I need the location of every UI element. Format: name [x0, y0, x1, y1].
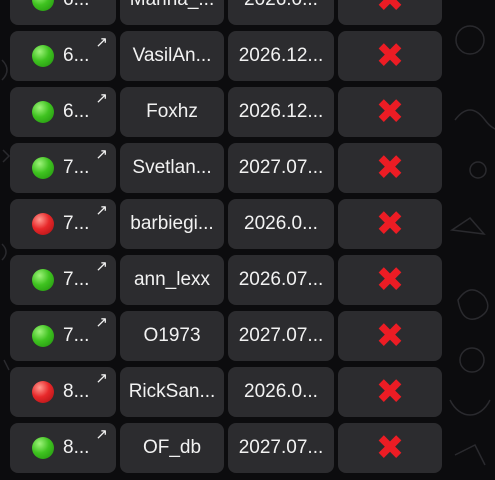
account-name-label: Foxhz	[146, 101, 198, 122]
account-name-button[interactable]: barbiegi...	[120, 199, 224, 249]
account-id-label: 8...	[63, 437, 90, 458]
expiry-date-button[interactable]: 2026.07...	[228, 255, 334, 305]
account-id-button[interactable]: 6... ↗	[10, 87, 116, 137]
account-name-label: barbiegi...	[130, 213, 214, 234]
account-id-button[interactable]: 8... ↗	[10, 423, 116, 473]
account-row: 6... ↗ VasilAn... 2026.12... ✖	[0, 31, 495, 87]
delete-icon: ✖	[375, 0, 405, 20]
account-name-label: Marina_...	[130, 0, 214, 11]
delete-button[interactable]: ✖	[338, 87, 442, 137]
expiry-date-label: 2027.07...	[238, 325, 324, 346]
account-id-button[interactable]: 7... ↗	[10, 255, 116, 305]
expiry-date-label: 2027.07...	[238, 437, 324, 458]
delete-button[interactable]: ✖	[338, 31, 442, 81]
account-name-label: VasilAn...	[132, 45, 212, 66]
expiry-date-label: 2026.0...	[244, 213, 318, 234]
delete-icon: ✖	[375, 260, 405, 300]
account-row: 7... ↗ Svetlan... 2027.07... ✖	[0, 143, 495, 199]
account-id-label: 7...	[63, 269, 90, 290]
open-link-icon: ↗	[95, 369, 108, 387]
account-id-button[interactable]: 6... ↗	[10, 31, 116, 81]
status-active-icon	[32, 437, 54, 459]
delete-button[interactable]: ✖	[338, 367, 442, 417]
account-row: 7... ↗ O1973 2027.07... ✖	[0, 311, 495, 367]
expiry-date-button[interactable]: 2026.0...	[228, 367, 334, 417]
delete-icon: ✖	[375, 92, 405, 132]
expiry-date-label: 2026.12...	[238, 45, 324, 66]
delete-icon: ✖	[375, 204, 405, 244]
account-name-button[interactable]: RickSan...	[120, 367, 224, 417]
account-row: 6... ↗ Foxhz 2026.12... ✖	[0, 87, 495, 143]
expiry-date-button[interactable]: 2026.0...	[228, 199, 334, 249]
expiry-date-button[interactable]: 2027.07...	[228, 143, 334, 193]
expiry-date-label: 2026.07...	[238, 269, 324, 290]
delete-button[interactable]: ✖	[338, 143, 442, 193]
account-name-button[interactable]: Marina_...	[120, 0, 224, 25]
account-row: 7... ↗ barbiegi... 2026.0... ✖	[0, 199, 495, 255]
expiry-date-label: 2026.0...	[244, 0, 318, 11]
account-id-button[interactable]: 8... ↗	[10, 367, 116, 417]
open-link-icon: ↗	[95, 257, 108, 275]
expiry-date-button[interactable]: 2026.12...	[228, 87, 334, 137]
delete-icon: ✖	[375, 428, 405, 468]
account-id-label: 7...	[63, 157, 90, 178]
status-active-icon	[32, 0, 54, 11]
status-active-icon	[32, 45, 54, 67]
account-name-button[interactable]: OF_db	[120, 423, 224, 473]
account-row: 6...↗ Marina_... 2026.0... ✖	[0, 0, 495, 31]
account-name-button[interactable]: O1973	[120, 311, 224, 361]
account-id-label: 6...	[63, 101, 90, 122]
account-row: 7... ↗ ann_lexx 2026.07... ✖	[0, 255, 495, 311]
account-row: 8... ↗ OF_db 2027.07... ✖	[0, 423, 495, 479]
account-name-label: O1973	[143, 325, 201, 346]
open-link-icon: ↗	[95, 313, 108, 331]
status-inactive-icon	[32, 213, 54, 235]
expiry-date-button[interactable]: 2027.07...	[228, 423, 334, 473]
account-id-label: 8...	[63, 381, 90, 402]
account-row: 8... ↗ RickSan... 2026.0... ✖	[0, 367, 495, 423]
expiry-date-button[interactable]: 2027.07...	[228, 311, 334, 361]
open-link-icon: ↗	[95, 145, 108, 163]
expiry-date-label: 2026.0...	[244, 381, 318, 402]
expiry-date-label: 2027.07...	[238, 157, 324, 178]
account-id-button[interactable]: 7... ↗	[10, 199, 116, 249]
delete-button[interactable]: ✖	[338, 311, 442, 361]
delete-icon: ✖	[375, 36, 405, 76]
open-link-icon: ↗	[95, 425, 108, 443]
status-active-icon	[32, 101, 54, 123]
open-link-icon: ↗	[95, 201, 108, 219]
status-active-icon	[32, 157, 54, 179]
account-id-button[interactable]: 6...↗	[10, 0, 116, 25]
account-id-button[interactable]: 7... ↗	[10, 311, 116, 361]
delete-button[interactable]: ✖	[338, 423, 442, 473]
delete-icon: ✖	[375, 316, 405, 356]
status-active-icon	[32, 269, 54, 291]
account-id-label: 7...	[63, 213, 90, 234]
status-active-icon	[32, 325, 54, 347]
account-id-button[interactable]: 7... ↗	[10, 143, 116, 193]
account-name-label: Svetlan...	[132, 157, 212, 178]
account-name-label: OF_db	[142, 437, 202, 458]
delete-button[interactable]: ✖	[338, 0, 442, 25]
account-list: 6...↗Marina_...2026.0...✖6...↗VasilAn...…	[0, 0, 495, 479]
expiry-date-button[interactable]: 2026.12...	[228, 31, 334, 81]
account-name-button[interactable]: ann_lexx	[120, 255, 224, 305]
expiry-date-label: 2026.12...	[238, 101, 324, 122]
account-name-label: RickSan...	[128, 381, 216, 402]
account-id-label: 6...	[63, 45, 90, 66]
open-link-icon: ↗	[95, 33, 108, 51]
account-name-button[interactable]: VasilAn...	[120, 31, 224, 81]
delete-button[interactable]: ✖	[338, 255, 442, 305]
open-link-icon: ↗	[95, 89, 108, 107]
delete-icon: ✖	[375, 372, 405, 412]
account-name-button[interactable]: Svetlan...	[120, 143, 224, 193]
delete-button[interactable]: ✖	[338, 199, 442, 249]
account-name-label: ann_lexx	[133, 269, 211, 290]
account-id-label: 6...	[63, 0, 89, 11]
account-name-button[interactable]: Foxhz	[120, 87, 224, 137]
status-inactive-icon	[32, 381, 54, 403]
account-id-label: 7...	[63, 325, 90, 346]
delete-icon: ✖	[375, 148, 405, 188]
expiry-date-button[interactable]: 2026.0...	[228, 0, 334, 25]
